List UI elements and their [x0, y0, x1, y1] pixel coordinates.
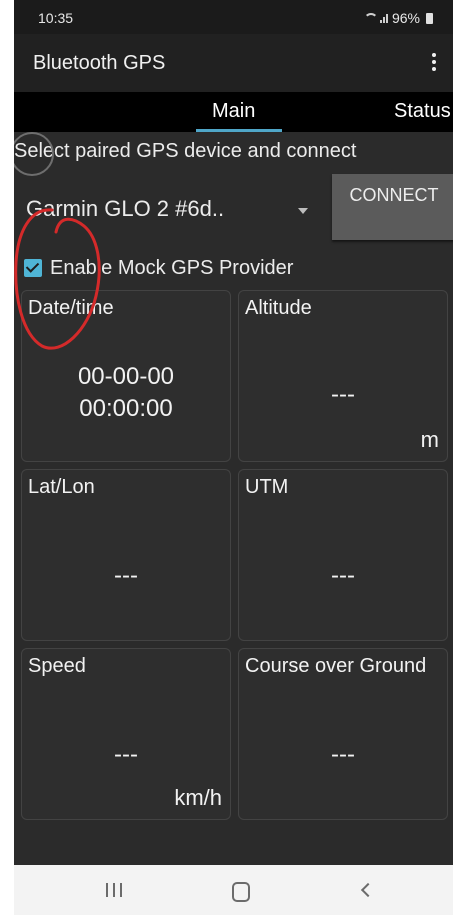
tile-latlon-value: --- [114, 562, 138, 589]
system-nav-bar [14, 865, 453, 915]
app-screen: 10:35 96% Bluetooth GPS Main Status Sele… [14, 0, 453, 915]
tile-datetime-time: 00:00:00 [79, 395, 173, 422]
tile-speed-unit: km/h [174, 785, 222, 810]
app-bar: Bluetooth GPS [14, 34, 453, 92]
tab-indicator [196, 129, 282, 132]
tile-utm-value: --- [331, 562, 355, 589]
tile-speed: Speed --- km/h [21, 648, 231, 820]
selected-device: Garmin GLO 2 #6d.. [26, 196, 225, 221]
connect-button-label: CONNECT [349, 185, 439, 205]
status-icons: 96% [362, 10, 433, 26]
tile-course: Course over Ground --- [238, 648, 448, 820]
app-title: Bluetooth GPS [33, 52, 166, 74]
tile-datetime: Date/time 00-00-00 00:00:00 [21, 290, 231, 462]
battery-level: 96% [391, 10, 420, 26]
tile-datetime-label: Date/time [28, 297, 114, 319]
touch-indicator-icon [14, 132, 54, 176]
tile-speed-value: --- [114, 741, 138, 768]
tile-datetime-date: 00-00-00 [77, 363, 175, 390]
tile-course-value: --- [331, 741, 355, 768]
connect-button[interactable]: CONNECT [332, 174, 453, 240]
home-icon[interactable] [225, 877, 255, 903]
tile-altitude-value: --- [331, 381, 355, 408]
tile-altitude: Altitude --- m [238, 290, 448, 462]
mock-provider-row[interactable]: Enable Mock GPS Provider [24, 254, 293, 282]
dropdown-arrow-icon [298, 208, 308, 214]
status-bar: 10:35 96% [14, 0, 453, 34]
recent-apps-icon[interactable] [100, 877, 130, 903]
battery-icon [426, 12, 433, 24]
tile-altitude-unit: m [420, 427, 439, 452]
tile-utm-label: UTM [245, 476, 289, 498]
tile-latlon-label: Lat/Lon [28, 476, 95, 498]
device-select-label: Select paired GPS device and connect [14, 140, 357, 162]
tile-altitude-label: Altitude [245, 297, 312, 319]
tab-status[interactable]: Status [394, 100, 451, 123]
status-time: 10:35 [38, 10, 74, 26]
device-spinner[interactable]: Garmin GLO 2 #6d.. [26, 196, 318, 228]
back-icon[interactable] [353, 877, 383, 903]
overflow-menu-icon[interactable] [423, 50, 445, 74]
tab-bar: Main Status [14, 92, 453, 132]
signal-icon [379, 13, 388, 23]
tab-main[interactable]: Main [212, 100, 255, 123]
tile-course-label: Course over Ground [245, 655, 427, 677]
tile-speed-label: Speed [28, 655, 86, 677]
mock-provider-label: Enable Mock GPS Provider [50, 256, 294, 279]
tile-latlon: Lat/Lon --- [21, 469, 231, 641]
mock-provider-checkbox[interactable] [24, 259, 42, 277]
tile-utm: UTM --- [238, 469, 448, 641]
wifi-icon [362, 13, 378, 23]
